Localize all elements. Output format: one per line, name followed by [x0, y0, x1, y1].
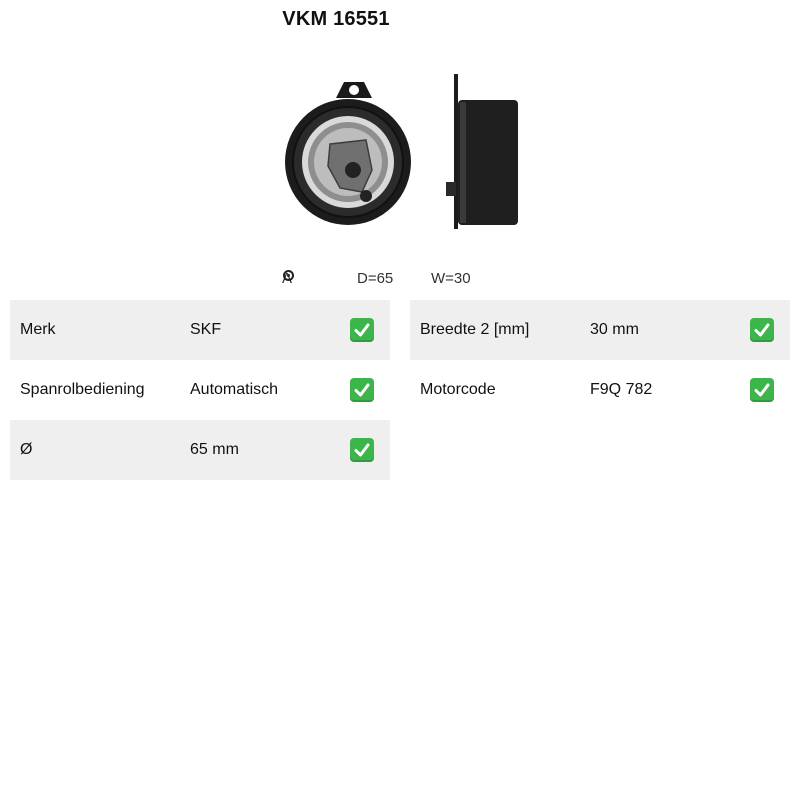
spec-value: Automatisch	[190, 381, 279, 398]
spec-row-tensioner-operation: Spanrolbediening Automatisch	[10, 360, 390, 420]
spec-row-brand: Merk SKF	[10, 300, 390, 360]
left-spec-table: Merk SKF Spanrolbediening Automatisch Ø …	[10, 300, 390, 480]
spec-row-width: Breedte 2 [mm] 30 mm	[410, 300, 790, 360]
check-icon	[350, 438, 374, 462]
spec-value: 30 mm	[590, 321, 639, 338]
spec-row-diameter: Ø 65 mm	[10, 420, 390, 480]
tensioner-side-view	[446, 74, 518, 229]
check-icon	[350, 378, 374, 402]
product-title: VKM 16551	[282, 8, 390, 30]
spec-label: Motorcode	[420, 381, 496, 398]
spec-label: Spanrolbediening	[20, 381, 145, 398]
dimension-strip: A D=65 W=30	[282, 270, 471, 287]
check-icon	[750, 378, 774, 402]
product-image	[270, 62, 540, 242]
tensioner-front-view	[285, 82, 411, 225]
check-icon	[350, 318, 374, 342]
spec-label: Ø	[20, 441, 33, 458]
spec-row-engine-code: Motorcode F9Q 782	[410, 360, 790, 420]
spec-value: 65 mm	[190, 441, 239, 458]
bearing-icon	[283, 270, 294, 281]
check-icon	[750, 318, 774, 342]
spec-value: SKF	[190, 321, 222, 338]
dimension-w: W=30	[431, 270, 471, 287]
spec-label: Merk	[20, 321, 56, 338]
dimension-d: D=65	[357, 270, 394, 287]
spec-label: Breedte 2 [mm]	[420, 321, 530, 338]
spec-value: F9Q 782	[590, 381, 653, 398]
right-spec-table: Breedte 2 [mm] 30 mm Motorcode F9Q 782	[410, 300, 790, 420]
